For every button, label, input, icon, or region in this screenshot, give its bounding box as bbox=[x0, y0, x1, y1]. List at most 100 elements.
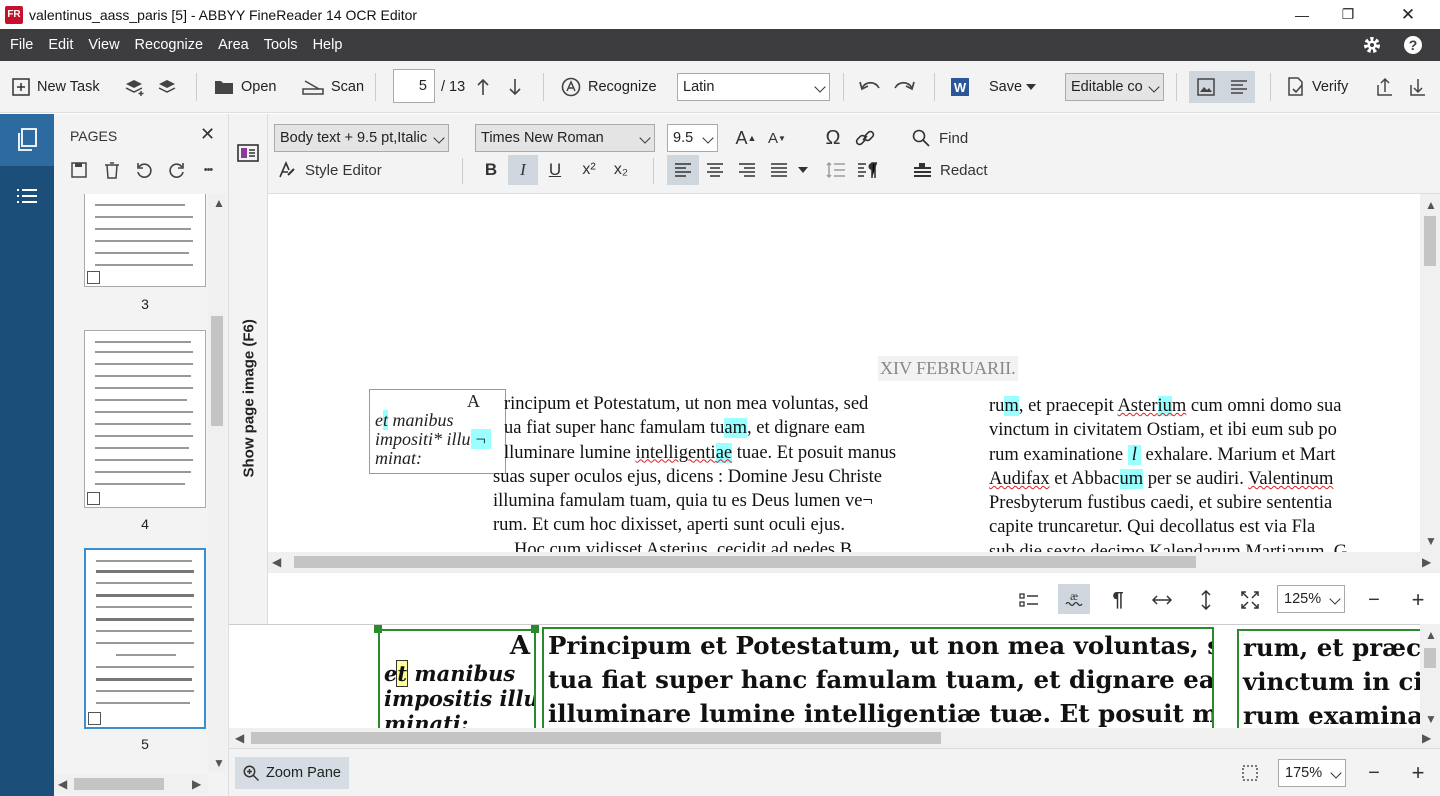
recognize-button[interactable]: Recognize bbox=[561, 61, 657, 113]
superscript-button[interactable]: x² bbox=[574, 155, 604, 185]
page-thumbnail-3[interactable] bbox=[84, 194, 206, 287]
image-zoom-select[interactable]: 175% bbox=[1278, 759, 1346, 787]
spell-check-button[interactable]: æ bbox=[1058, 584, 1090, 614]
more-options-icon[interactable]: ••• bbox=[198, 160, 218, 180]
zoom-out-button[interactable]: − bbox=[1361, 585, 1387, 615]
close-pages-panel-icon[interactable]: ✕ bbox=[200, 124, 215, 145]
font-size-select[interactable]: 9.5 bbox=[667, 124, 718, 152]
fit-page-button[interactable] bbox=[1235, 585, 1265, 615]
text-view-toggle[interactable] bbox=[1222, 71, 1255, 103]
image-view-toggle[interactable] bbox=[1189, 71, 1222, 103]
menu-edit[interactable]: Edit bbox=[43, 37, 78, 53]
pages-horizontal-scrollbar[interactable]: ◀ ▶ bbox=[54, 774, 208, 794]
underline-button[interactable]: U bbox=[540, 155, 570, 185]
language-select[interactable]: Latin bbox=[677, 73, 830, 101]
scan-button[interactable]: Scan bbox=[302, 61, 364, 113]
page-thumbnail-4[interactable] bbox=[84, 330, 206, 508]
menu-view[interactable]: View bbox=[83, 37, 124, 53]
justify-button[interactable] bbox=[763, 155, 795, 185]
fit-width-button[interactable] bbox=[1147, 585, 1177, 615]
save-options-button[interactable] bbox=[1026, 61, 1036, 113]
insert-link-button[interactable] bbox=[852, 123, 878, 153]
structure-nav-button[interactable] bbox=[0, 170, 54, 222]
rotate-right-icon[interactable] bbox=[166, 160, 186, 180]
zoom-in-button[interactable]: + bbox=[1405, 585, 1431, 615]
save-format-select[interactable]: Editable co bbox=[1065, 73, 1164, 101]
text-column-2[interactable]: rum, et praecepit Asterium cum omni domo… bbox=[989, 394, 1420, 552]
show-page-image-strip[interactable]: Show page image (F6) bbox=[229, 114, 268, 624]
menu-tools[interactable]: Tools bbox=[259, 37, 303, 53]
image-zoom-out-button[interactable]: − bbox=[1361, 758, 1387, 788]
image-zoom-in-button[interactable]: + bbox=[1405, 758, 1431, 788]
close-window-button[interactable]: ✕ bbox=[1385, 0, 1431, 29]
style-editor-button[interactable]: Style Editor bbox=[278, 155, 398, 185]
page-number-input[interactable]: 5 bbox=[393, 69, 435, 103]
minimize-button[interactable]: — bbox=[1279, 0, 1325, 29]
help-icon[interactable]: ? bbox=[1398, 29, 1428, 61]
decrease-font-button[interactable]: A ▼ bbox=[764, 123, 790, 153]
find-button[interactable]: Find bbox=[912, 123, 1002, 153]
next-page-button[interactable] bbox=[508, 61, 522, 113]
align-center-button[interactable] bbox=[699, 155, 731, 185]
selection-handle[interactable] bbox=[374, 625, 382, 633]
list-view-button[interactable] bbox=[1014, 585, 1044, 615]
special-characters-button[interactable]: Ω bbox=[820, 123, 846, 153]
fit-height-button[interactable] bbox=[1191, 585, 1221, 615]
bold-button[interactable]: B bbox=[476, 155, 506, 185]
layers-button[interactable] bbox=[157, 61, 177, 113]
menu-recognize[interactable]: Recognize bbox=[130, 37, 209, 53]
pages-scroll-thumb[interactable] bbox=[211, 316, 223, 426]
image-horizontal-scrollbar[interactable]: ◀ ▶ bbox=[229, 728, 1440, 748]
image-vscroll-thumb[interactable] bbox=[1424, 648, 1436, 668]
text-column-1[interactable]: rincipum et Potestatum, ut non mea volun… bbox=[493, 392, 962, 552]
subscript-button[interactable]: x₂ bbox=[606, 155, 636, 185]
paragraph-style-select[interactable]: Body text + 9.5 pt,Italic bbox=[274, 124, 449, 152]
image-vertical-scrollbar[interactable]: ▲ ▼ bbox=[1420, 624, 1440, 728]
line-spacing-button[interactable] bbox=[822, 155, 850, 185]
margin-note-block[interactable]: A et manibus impositi* illu ¬ minat: bbox=[369, 389, 506, 474]
selection-handle[interactable] bbox=[531, 625, 539, 633]
text-vertical-scrollbar[interactable]: ▲ ▼ bbox=[1420, 194, 1440, 552]
new-task-button[interactable]: New Task bbox=[12, 61, 100, 113]
image-block-margin-note[interactable]: A et manibus impositis illu- minati: bbox=[378, 629, 536, 728]
align-left-button[interactable] bbox=[667, 155, 699, 185]
pages-hscroll-thumb[interactable] bbox=[74, 778, 164, 790]
previous-page-button[interactable] bbox=[476, 61, 490, 113]
page-thumbnail-5[interactable] bbox=[84, 548, 206, 729]
save-button[interactable]: W Save bbox=[951, 61, 1022, 113]
image-hscroll-thumb[interactable] bbox=[251, 732, 941, 744]
open-button[interactable]: Open bbox=[214, 61, 276, 113]
show-paragraph-marks-button[interactable]: ¶ bbox=[1103, 585, 1133, 615]
selection-mode-button[interactable] bbox=[1237, 758, 1263, 788]
maximize-button[interactable]: ❐ bbox=[1325, 0, 1371, 29]
image-block-column-1[interactable]: Principum et Potestatum, ut non mea volu… bbox=[542, 627, 1214, 728]
font-family-select[interactable]: Times New Roman bbox=[475, 124, 655, 152]
redo-button[interactable] bbox=[892, 61, 916, 113]
verify-button[interactable]: Verify bbox=[1287, 61, 1348, 113]
text-hscroll-thumb[interactable] bbox=[294, 556, 1196, 568]
menu-file[interactable]: File bbox=[5, 37, 38, 53]
add-layer-button[interactable] bbox=[124, 61, 146, 113]
rotate-left-icon[interactable] bbox=[134, 160, 154, 180]
image-zoom-pane[interactable]: A et manibus impositis illu- minati: Pri… bbox=[229, 624, 1420, 728]
save-page-icon[interactable] bbox=[69, 160, 89, 180]
paragraph-marks-button[interactable] bbox=[854, 155, 882, 185]
image-block-column-2[interactable]: rum, et præce vinctum in civ rum examina… bbox=[1237, 629, 1420, 728]
text-vscroll-thumb[interactable] bbox=[1424, 216, 1436, 266]
delete-page-icon[interactable] bbox=[102, 160, 122, 180]
pages-nav-button[interactable] bbox=[0, 114, 54, 166]
settings-gear-icon[interactable] bbox=[1357, 29, 1387, 61]
increase-font-button[interactable]: A ▲ bbox=[733, 123, 759, 153]
menu-help[interactable]: Help bbox=[308, 37, 348, 53]
text-horizontal-scrollbar[interactable]: ◀ ▶ bbox=[268, 552, 1440, 572]
align-right-button[interactable] bbox=[731, 155, 763, 185]
export-down-button[interactable] bbox=[1409, 61, 1427, 113]
alignment-options-button[interactable] bbox=[796, 155, 810, 185]
menu-area[interactable]: Area bbox=[213, 37, 254, 53]
zoom-pane-button[interactable]: Zoom Pane bbox=[235, 757, 349, 789]
italic-button[interactable]: I bbox=[508, 155, 538, 185]
export-up-button[interactable] bbox=[1376, 61, 1394, 113]
text-editor-pane[interactable]: XIV FEBRUARII. A et manibus impositi* il… bbox=[268, 194, 1420, 552]
undo-button[interactable] bbox=[858, 61, 882, 113]
pages-vertical-scrollbar[interactable]: ▲ ▼ bbox=[208, 194, 226, 772]
